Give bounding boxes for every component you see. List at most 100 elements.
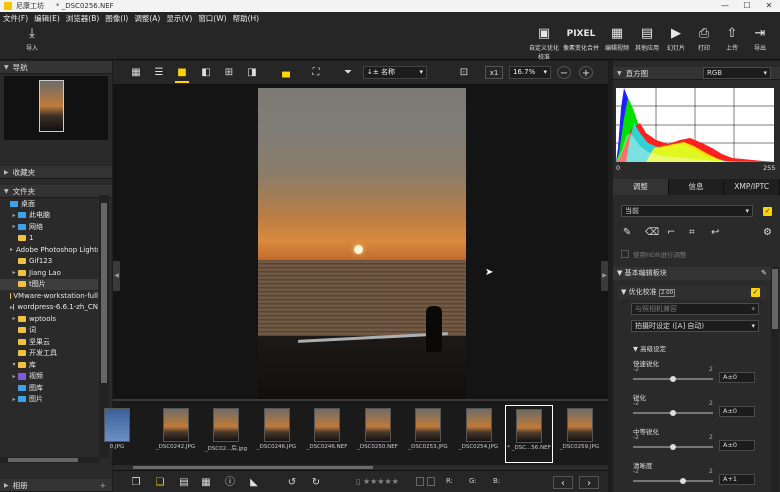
filmstrip-thumbnail[interactable]: _DSC02...后.jpg bbox=[202, 405, 250, 463]
menu-image[interactable]: 图像(I) bbox=[102, 13, 131, 24]
filmstrip-thumbnail[interactable]: _DSC0259.JPG bbox=[556, 405, 604, 463]
eyedropper-icon[interactable]: ✎ bbox=[623, 227, 631, 238]
menu-help[interactable]: 帮助(H) bbox=[230, 13, 263, 24]
folder-tree-item[interactable]: ▸ 此电脑 bbox=[0, 210, 98, 222]
slider-value[interactable]: A±0 bbox=[719, 372, 755, 383]
display-mode-icon[interactable]: ▄ bbox=[279, 66, 293, 79]
zoom-in-icon[interactable]: + bbox=[579, 66, 593, 79]
edit-icon[interactable]: ✎ bbox=[761, 267, 767, 280]
preset-checkbox[interactable]: ✓ bbox=[763, 207, 772, 216]
close-icon[interactable]: ✕ bbox=[758, 0, 780, 12]
slider-knob[interactable] bbox=[679, 478, 686, 484]
single-select-icon[interactable]: ❐ bbox=[129, 476, 143, 489]
histogram-icon[interactable]: ◣ bbox=[247, 476, 261, 489]
rotate-left-icon[interactable]: ↺ bbox=[285, 476, 299, 489]
hdr-checkbox[interactable] bbox=[621, 250, 629, 258]
expander-icon[interactable]: ▸ bbox=[10, 212, 18, 219]
zoom-1x-button[interactable]: x1 bbox=[485, 66, 503, 79]
print-button[interactable]: ⎙ 打印 bbox=[692, 27, 716, 53]
expander-icon[interactable]: ▸ bbox=[10, 396, 18, 403]
advanced-settings-toggle[interactable]: ▼ 高级设定 bbox=[633, 343, 666, 353]
filter-icon[interactable]: ⏷ bbox=[341, 66, 355, 79]
metadata-icon[interactable]: ▤ bbox=[177, 476, 191, 489]
slider-value[interactable]: A±0 bbox=[719, 440, 755, 451]
zoom-out-icon[interactable]: − bbox=[557, 66, 571, 79]
folder-tree-item[interactable]: ▸ Jiang Lao bbox=[0, 267, 98, 279]
upload-button[interactable]: ⇧ 上传 bbox=[720, 27, 744, 53]
folder-tree-item[interactable]: ▾ 库 bbox=[0, 359, 98, 371]
folders-header[interactable]: ▼ 文件夹 bbox=[0, 185, 112, 198]
label-box-icon[interactable] bbox=[427, 477, 435, 486]
expander-icon[interactable]: ▸ bbox=[10, 373, 18, 380]
menu-adjust[interactable]: 调整(A) bbox=[131, 13, 163, 24]
favorites-header[interactable]: ▶ 收藏夹 bbox=[0, 166, 112, 179]
filmstrip-thumbnail[interactable]: _DSC0253.JPG bbox=[404, 405, 452, 463]
tab-info[interactable]: 信息 bbox=[668, 179, 725, 195]
folder-tree-item[interactable]: ▸ 视频 bbox=[0, 371, 98, 383]
navigator-header[interactable]: ▼ 导航 bbox=[0, 61, 112, 74]
slider-knob[interactable] bbox=[670, 410, 676, 416]
other-apps-button[interactable]: ▤ 其他应用 bbox=[632, 27, 662, 53]
fit-screen-icon[interactable]: ⊡ bbox=[457, 66, 471, 79]
crop-icon[interactable]: ⌗ bbox=[689, 227, 695, 238]
import-button[interactable]: ⤓ 导入 bbox=[18, 27, 46, 53]
expander-icon[interactable]: ▾ bbox=[10, 361, 18, 368]
folder-tree-item[interactable]: Gif123 bbox=[0, 256, 98, 268]
straighten-icon[interactable]: ⌐ bbox=[667, 227, 675, 238]
next-image-icon[interactable]: › bbox=[579, 476, 599, 489]
redo-icon[interactable]: ↩ bbox=[711, 227, 719, 238]
filmstrip-thumbnail[interactable]: _DSC0250.NEF bbox=[354, 405, 402, 463]
list-view-icon[interactable]: ☰ bbox=[152, 66, 166, 79]
gear-icon[interactable]: ⚙ bbox=[763, 227, 772, 238]
rotate-right-icon[interactable]: ↻ bbox=[309, 476, 323, 489]
single-image-view-icon[interactable]: ■ bbox=[175, 66, 189, 79]
folder-tree-item[interactable]: 1 bbox=[0, 233, 98, 245]
picture-control-section[interactable]: ▼ 优化校准 2.00 bbox=[617, 286, 767, 299]
expander-icon[interactable]: ▸ bbox=[10, 315, 18, 322]
sort-dropdown[interactable]: ↓± 名称 ▾ bbox=[363, 66, 427, 79]
folder-tree-item[interactable]: ▸ wptools bbox=[0, 313, 98, 325]
export-button[interactable]: ⇥ 导出 bbox=[748, 27, 772, 53]
filmstrip-thumbnail[interactable]: _DSC0254.JPG bbox=[455, 405, 503, 463]
expander-icon[interactable]: ▸ bbox=[10, 223, 18, 230]
basic-edit-section[interactable]: ▼ 基本编辑板块 ✎ bbox=[613, 267, 771, 280]
info-icon[interactable]: ⓘ bbox=[223, 476, 237, 489]
custom-picture-control-button[interactable]: ▣ 自定义优化校准 bbox=[528, 27, 560, 62]
collapse-right-panel-handle[interactable]: ▶ bbox=[601, 261, 608, 291]
folder-tree-item[interactable]: t图片 bbox=[0, 278, 98, 290]
slider-knob[interactable] bbox=[670, 444, 676, 450]
edit-video-button[interactable]: ▦ 编辑视频 bbox=[602, 27, 632, 53]
filmstrip-thumbnail[interactable]: * _DSC...56.NEF bbox=[505, 405, 553, 463]
menu-window[interactable]: 窗口(W) bbox=[195, 13, 229, 24]
minimize-icon[interactable]: — bbox=[714, 0, 736, 12]
collapse-left-panel-handle[interactable]: ◀ bbox=[113, 261, 120, 291]
slider-value[interactable]: A±0 bbox=[719, 406, 755, 417]
right-panel-scrollbar[interactable] bbox=[771, 267, 779, 492]
label-box-icon[interactable] bbox=[416, 477, 424, 486]
tab-xmp-iptc[interactable]: XMP/IPTC bbox=[724, 179, 780, 195]
folder-tree-item[interactable]: ▸ 图片 bbox=[0, 394, 98, 406]
compare-view-icon[interactable]: ◧ bbox=[199, 66, 213, 79]
maximize-icon[interactable]: ☐ bbox=[736, 0, 758, 12]
folder-tree-item[interactable]: 图库 bbox=[0, 382, 98, 394]
folder-tree-hscrollbar[interactable] bbox=[0, 457, 100, 463]
expander-icon[interactable]: ▸ bbox=[10, 246, 13, 253]
navigator-preview[interactable] bbox=[4, 76, 108, 140]
multi-select-icon[interactable]: ❏ bbox=[153, 476, 167, 489]
histogram-channel-select[interactable]: RGB ▾ bbox=[703, 67, 771, 79]
zoom-dropdown[interactable]: 16.7% ▾ bbox=[509, 66, 551, 79]
multi-view-icon[interactable]: ⊞ bbox=[222, 66, 236, 79]
folder-tree-item[interactable]: 词 bbox=[0, 325, 98, 337]
folder-tree-item[interactable]: ▸ wordpress-6.6.1-zh_CN bbox=[0, 302, 98, 314]
main-image[interactable] bbox=[258, 88, 466, 428]
preset-select[interactable]: 当前 ▾ bbox=[621, 205, 753, 217]
folder-tree-item[interactable]: 开发工具 bbox=[0, 348, 98, 360]
shooting-setting-select[interactable]: 拍摄时设定 ([A] 自动) ▾ bbox=[631, 320, 759, 332]
filmstrip-thumbnail[interactable]: _DSC0246.NEF bbox=[303, 405, 351, 463]
fullscreen-icon[interactable]: ⛶ bbox=[309, 66, 323, 79]
slider-knob[interactable] bbox=[670, 376, 676, 382]
menu-browser[interactable]: 浏览器(B) bbox=[63, 13, 103, 24]
filmstrip-thumbnail[interactable]: _DSC0246.JPG bbox=[253, 405, 301, 463]
filmstrip-thumbnail[interactable]: _DSC0242.JPG bbox=[152, 405, 200, 463]
grid-overlay-icon[interactable]: ▦ bbox=[199, 476, 213, 489]
